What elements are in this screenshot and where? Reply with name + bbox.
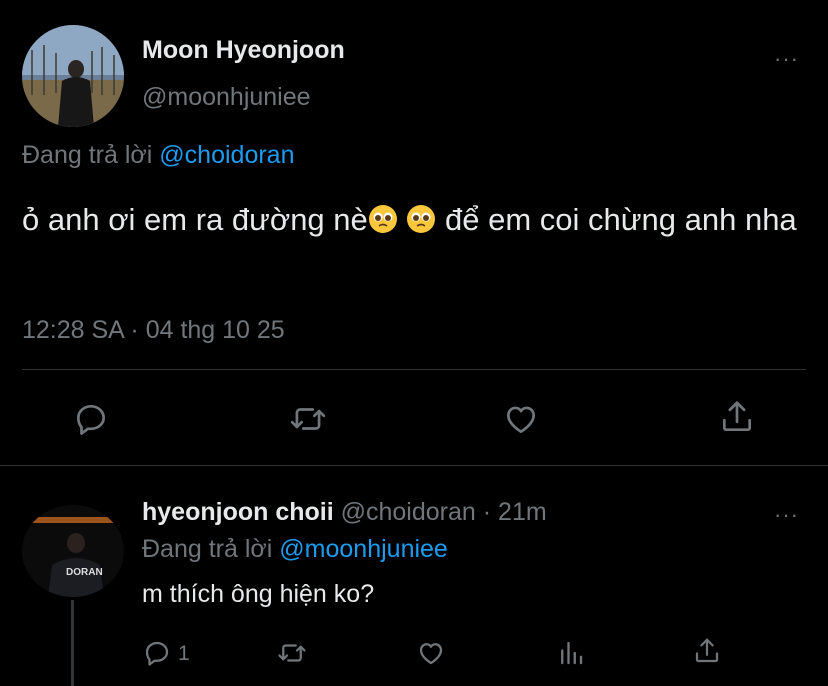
author-name[interactable]: Moon Hyeonjoon	[142, 36, 345, 65]
tweet-text: ỏ anh ơi em ra đường nè để em coi chừng …	[22, 196, 812, 243]
pleading-face-emoji	[368, 200, 398, 233]
views-icon[interactable]	[556, 638, 586, 668]
pleading-face-emoji	[406, 200, 436, 233]
reply-replying-to-link[interactable]: @moonhjuniee	[279, 535, 448, 563]
share-icon[interactable]	[718, 398, 756, 436]
reply-like-icon[interactable]	[416, 638, 446, 668]
thread-line	[71, 600, 74, 686]
reply-time[interactable]: · 21m	[483, 498, 547, 526]
author-avatar[interactable]	[22, 25, 124, 127]
divider	[0, 465, 828, 466]
reply-author-name[interactable]: hyeonjoon choii	[142, 498, 334, 526]
reply-icon[interactable]	[72, 400, 110, 438]
tweet-text-part2: để em coi chừng anh nha	[436, 202, 797, 237]
replying-prefix: Đang trả lời	[22, 141, 153, 169]
replying-to: Đang trả lời @choidoran	[22, 141, 294, 170]
reply-author-handle[interactable]: @choidoran	[341, 498, 476, 526]
reply-retweet-icon[interactable]	[276, 638, 308, 668]
tweet-timestamp[interactable]: 12:28 SA · 04 thg 10 25	[22, 316, 285, 345]
author-handle[interactable]: @moonhjuniee	[142, 83, 311, 112]
reply-share-icon[interactable]	[692, 636, 722, 666]
avatar-jersey-text: DORAN	[66, 567, 103, 578]
divider	[22, 369, 806, 370]
replying-to-link[interactable]: @choidoran	[159, 141, 294, 169]
reply-replying-prefix: Đang trả lời	[142, 535, 273, 563]
reply-header: hyeonjoon choii @choidoran · 21m	[142, 498, 547, 527]
reply-text: m thích ông hiện ko?	[142, 580, 375, 608]
more-options-icon[interactable]: ···	[774, 46, 799, 72]
like-icon[interactable]	[502, 400, 540, 438]
retweet-icon[interactable]	[288, 400, 328, 438]
reply-count: 1	[178, 642, 190, 665]
tweet-text-part1: ỏ anh ơi em ra đường nè	[22, 202, 368, 237]
reply-reply-icon[interactable]	[142, 638, 172, 668]
reply-more-options-icon[interactable]: ···	[774, 502, 799, 528]
reply-replying-to: Đang trả lời @moonhjuniee	[142, 535, 448, 564]
reply-author-avatar[interactable]: DORAN	[22, 505, 124, 597]
